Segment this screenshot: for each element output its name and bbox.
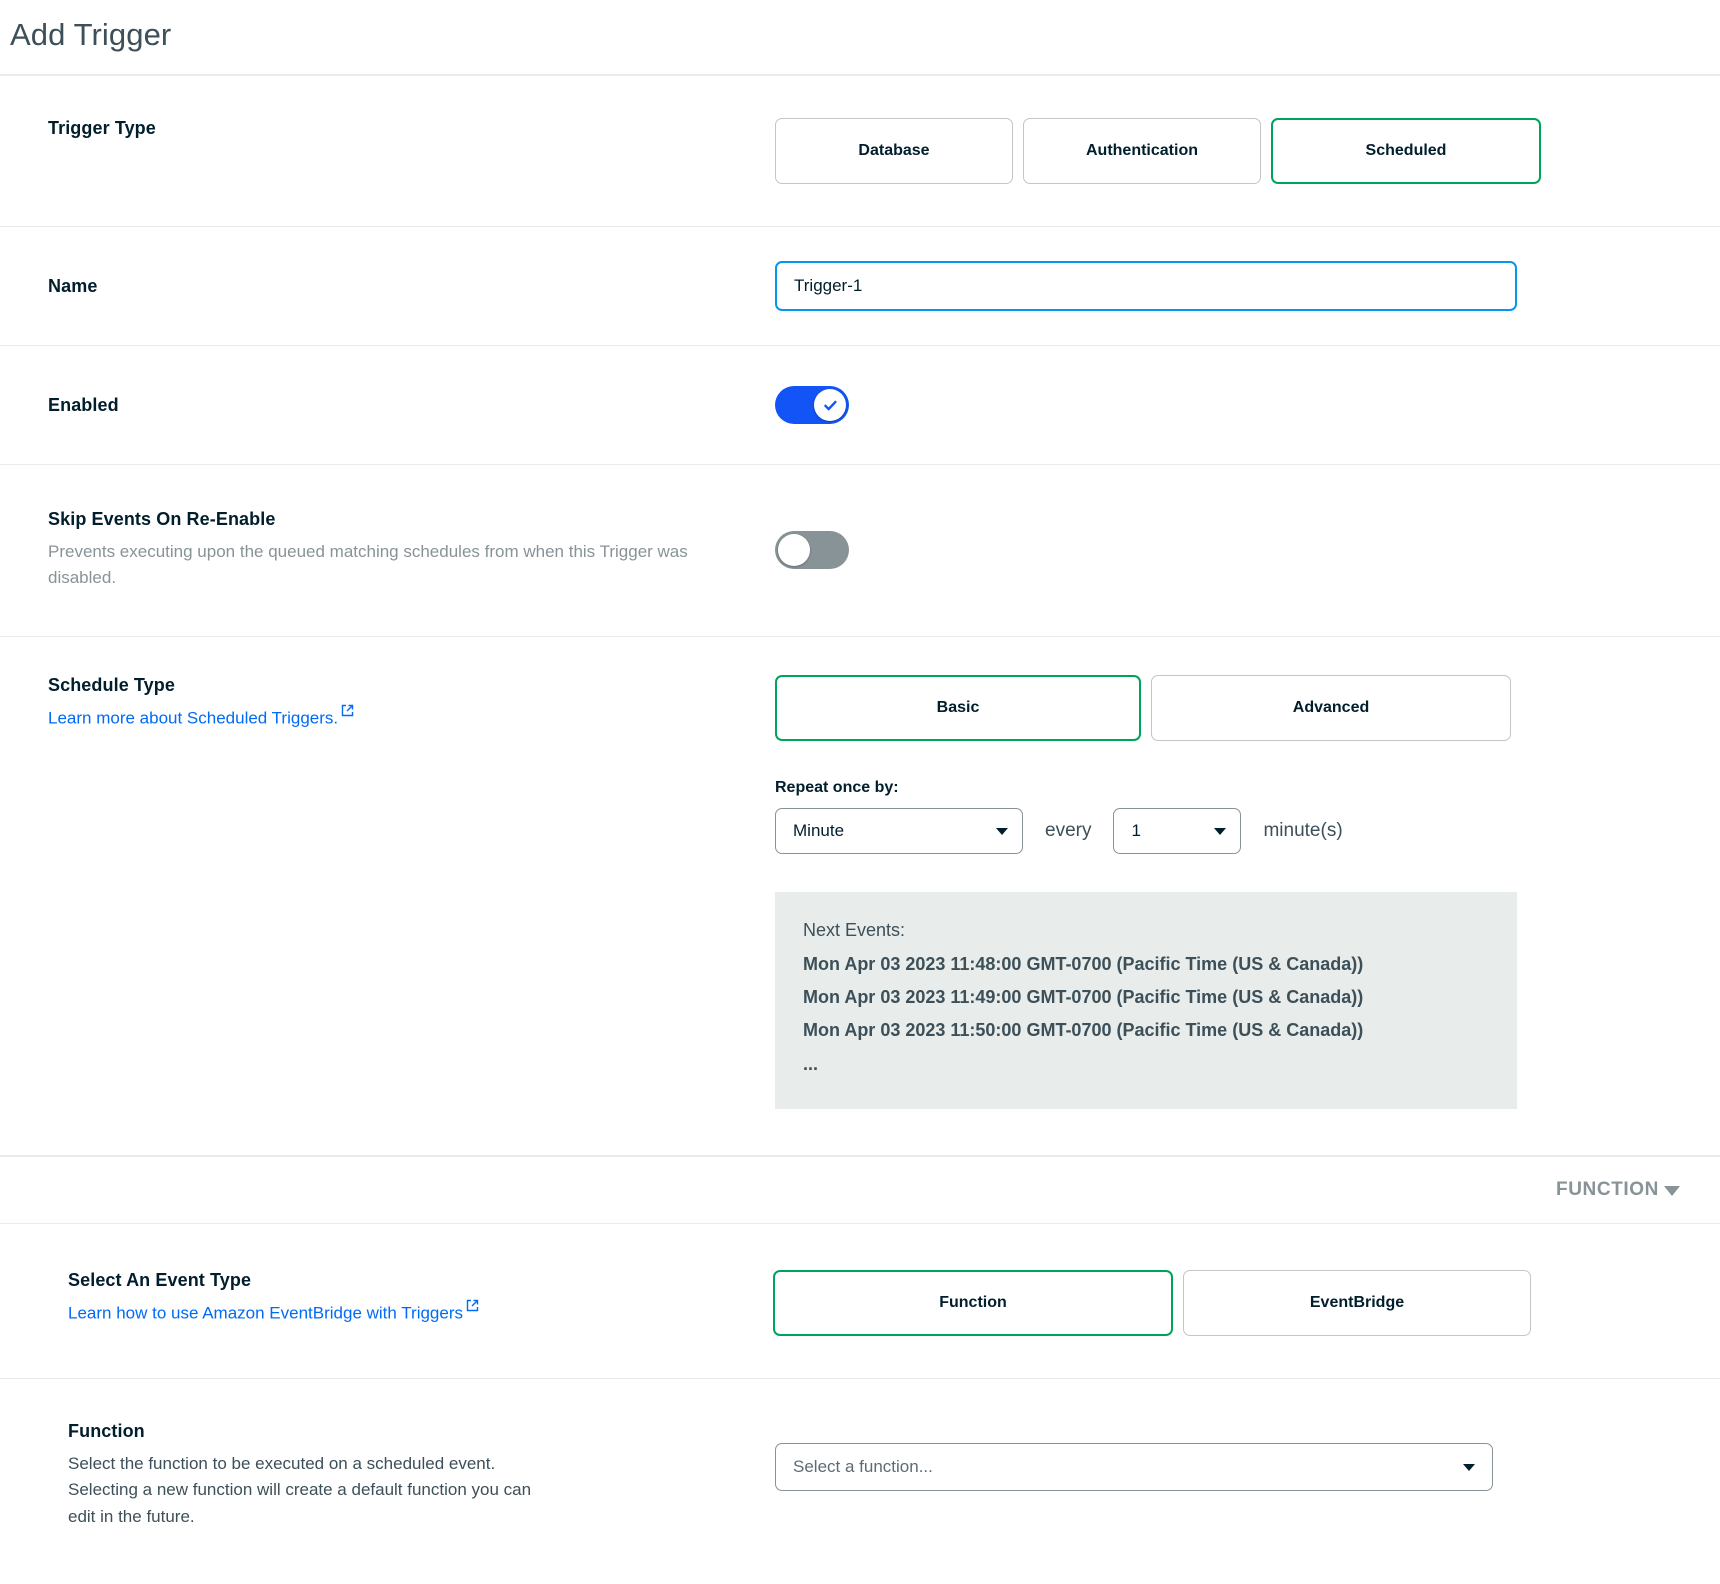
enabled-label: Enabled bbox=[48, 394, 119, 415]
schedule-type-group: Basic Advanced bbox=[775, 674, 1680, 741]
event-type-label-col: Select An Event Type Learn how to use Am… bbox=[0, 1270, 775, 1324]
page-title: Add Trigger bbox=[10, 17, 172, 52]
row-function: Function Select the function to be execu… bbox=[0, 1379, 1720, 1570]
event-type-group: Function EventBridge bbox=[773, 1269, 1680, 1336]
enabled-toggle[interactable] bbox=[775, 386, 849, 425]
trigger-name-input[interactable] bbox=[775, 261, 1517, 312]
row-trigger-type: Trigger Type Database Authentication Sch… bbox=[0, 76, 1720, 228]
next-events-ellipsis: ... bbox=[803, 1053, 819, 1074]
name-label-col: Name bbox=[0, 276, 775, 297]
repeat-once-by-label: Repeat once by: bbox=[775, 778, 899, 796]
repeat-block: Repeat once by: Minute every 1 minute(s) bbox=[775, 779, 1680, 854]
external-link-icon bbox=[466, 1299, 479, 1312]
skip-events-label: Skip Events On Re-Enable bbox=[48, 509, 276, 530]
repeat-unit-value: Minute bbox=[793, 820, 845, 840]
caret-down-icon bbox=[1463, 1463, 1475, 1471]
row-name: Name bbox=[0, 227, 1720, 347]
skip-events-control bbox=[775, 509, 1720, 570]
external-link-icon bbox=[341, 704, 354, 717]
schedule-type-option-advanced[interactable]: Advanced bbox=[1151, 674, 1511, 741]
schedule-type-option-basic[interactable]: Basic bbox=[775, 674, 1141, 741]
name-control bbox=[775, 261, 1720, 312]
next-events-panel: Next Events: Mon Apr 03 2023 11:48:00 GM… bbox=[775, 891, 1517, 1109]
event-type-option-function[interactable]: Function bbox=[773, 1269, 1173, 1336]
caret-down-icon bbox=[1214, 827, 1227, 835]
repeat-controls: Minute every 1 minute(s) bbox=[775, 807, 1680, 854]
next-event-item: Mon Apr 03 2023 11:50:00 GMT-0700 (Pacif… bbox=[803, 1020, 1364, 1041]
trigger-type-label: Trigger Type bbox=[48, 118, 156, 139]
function-section-bar: FUNCTION bbox=[0, 1155, 1720, 1224]
row-event-type: Select An Event Type Learn how to use Am… bbox=[0, 1224, 1720, 1379]
skip-events-label-col: Skip Events On Re-Enable Prevents execut… bbox=[0, 509, 775, 592]
caret-down-icon bbox=[996, 827, 1008, 835]
next-events-title: Next Events: bbox=[803, 919, 906, 940]
function-description: Select the function to be executed on a … bbox=[68, 1453, 532, 1526]
minutes-unit-label: minute(s) bbox=[1263, 819, 1343, 841]
event-type-option-eventbridge[interactable]: EventBridge bbox=[1183, 1269, 1531, 1336]
next-event-item: Mon Apr 03 2023 11:49:00 GMT-0700 (Pacif… bbox=[803, 987, 1364, 1008]
function-section-toggle[interactable]: FUNCTION bbox=[1556, 1179, 1680, 1201]
trigger-type-control: Database Authentication Scheduled bbox=[775, 118, 1720, 185]
trigger-type-label-col: Trigger Type bbox=[0, 118, 775, 139]
enabled-control bbox=[775, 386, 1720, 425]
row-enabled: Enabled bbox=[0, 346, 1720, 466]
chevron-down-icon bbox=[1664, 1185, 1680, 1196]
enabled-label-col: Enabled bbox=[0, 395, 775, 416]
row-schedule-type: Schedule Type Learn more about Scheduled… bbox=[0, 637, 1720, 1156]
add-trigger-page: Add Trigger Trigger Type Database Authen… bbox=[0, 0, 1720, 1570]
trigger-type-option-scheduled[interactable]: Scheduled bbox=[1271, 118, 1541, 185]
trigger-type-option-database[interactable]: Database bbox=[775, 118, 1013, 185]
scheduled-triggers-learn-more-link[interactable]: Learn more about Scheduled Triggers. bbox=[48, 704, 354, 729]
function-section-label: FUNCTION bbox=[1556, 1178, 1659, 1200]
repeat-count-value: 1 bbox=[1131, 820, 1141, 840]
function-select[interactable]: Select a function... bbox=[775, 1442, 1493, 1491]
check-icon bbox=[823, 400, 837, 410]
skip-events-description: Prevents executing upon the queued match… bbox=[48, 542, 688, 588]
skip-events-toggle[interactable] bbox=[775, 531, 849, 570]
schedule-type-label: Schedule Type bbox=[48, 674, 176, 695]
repeat-count-select[interactable]: 1 bbox=[1113, 807, 1242, 854]
function-select-value: Select a function... bbox=[793, 1456, 933, 1476]
link-text: Learn more about Scheduled Triggers. bbox=[48, 708, 339, 728]
event-type-control: Function EventBridge bbox=[773, 1269, 1720, 1336]
trigger-type-group: Database Authentication Scheduled bbox=[775, 118, 1680, 185]
function-label-col: Function Select the function to be execu… bbox=[0, 1421, 775, 1530]
name-label: Name bbox=[48, 275, 98, 296]
trigger-type-option-authentication[interactable]: Authentication bbox=[1023, 118, 1261, 185]
every-word-label: every bbox=[1045, 819, 1092, 841]
row-skip-events: Skip Events On Re-Enable Prevents execut… bbox=[0, 465, 1720, 637]
link-text: Learn how to use Amazon EventBridge with… bbox=[68, 1303, 463, 1323]
function-label: Function bbox=[68, 1420, 145, 1441]
schedule-type-label-col: Schedule Type Learn more about Scheduled… bbox=[0, 675, 775, 729]
function-control: Select a function... bbox=[775, 1421, 1720, 1491]
toggle-knob bbox=[778, 534, 810, 567]
page-header: Add Trigger bbox=[0, 0, 1720, 77]
repeat-unit-select[interactable]: Minute bbox=[775, 807, 1023, 854]
eventbridge-learn-more-link[interactable]: Learn how to use Amazon EventBridge with… bbox=[68, 1299, 479, 1324]
schedule-type-control: Basic Advanced Repeat once by: Minute ev… bbox=[775, 674, 1720, 1109]
next-event-item: Mon Apr 03 2023 11:48:00 GMT-0700 (Pacif… bbox=[803, 953, 1364, 974]
toggle-knob bbox=[814, 389, 846, 422]
event-type-label: Select An Event Type bbox=[68, 1269, 252, 1290]
